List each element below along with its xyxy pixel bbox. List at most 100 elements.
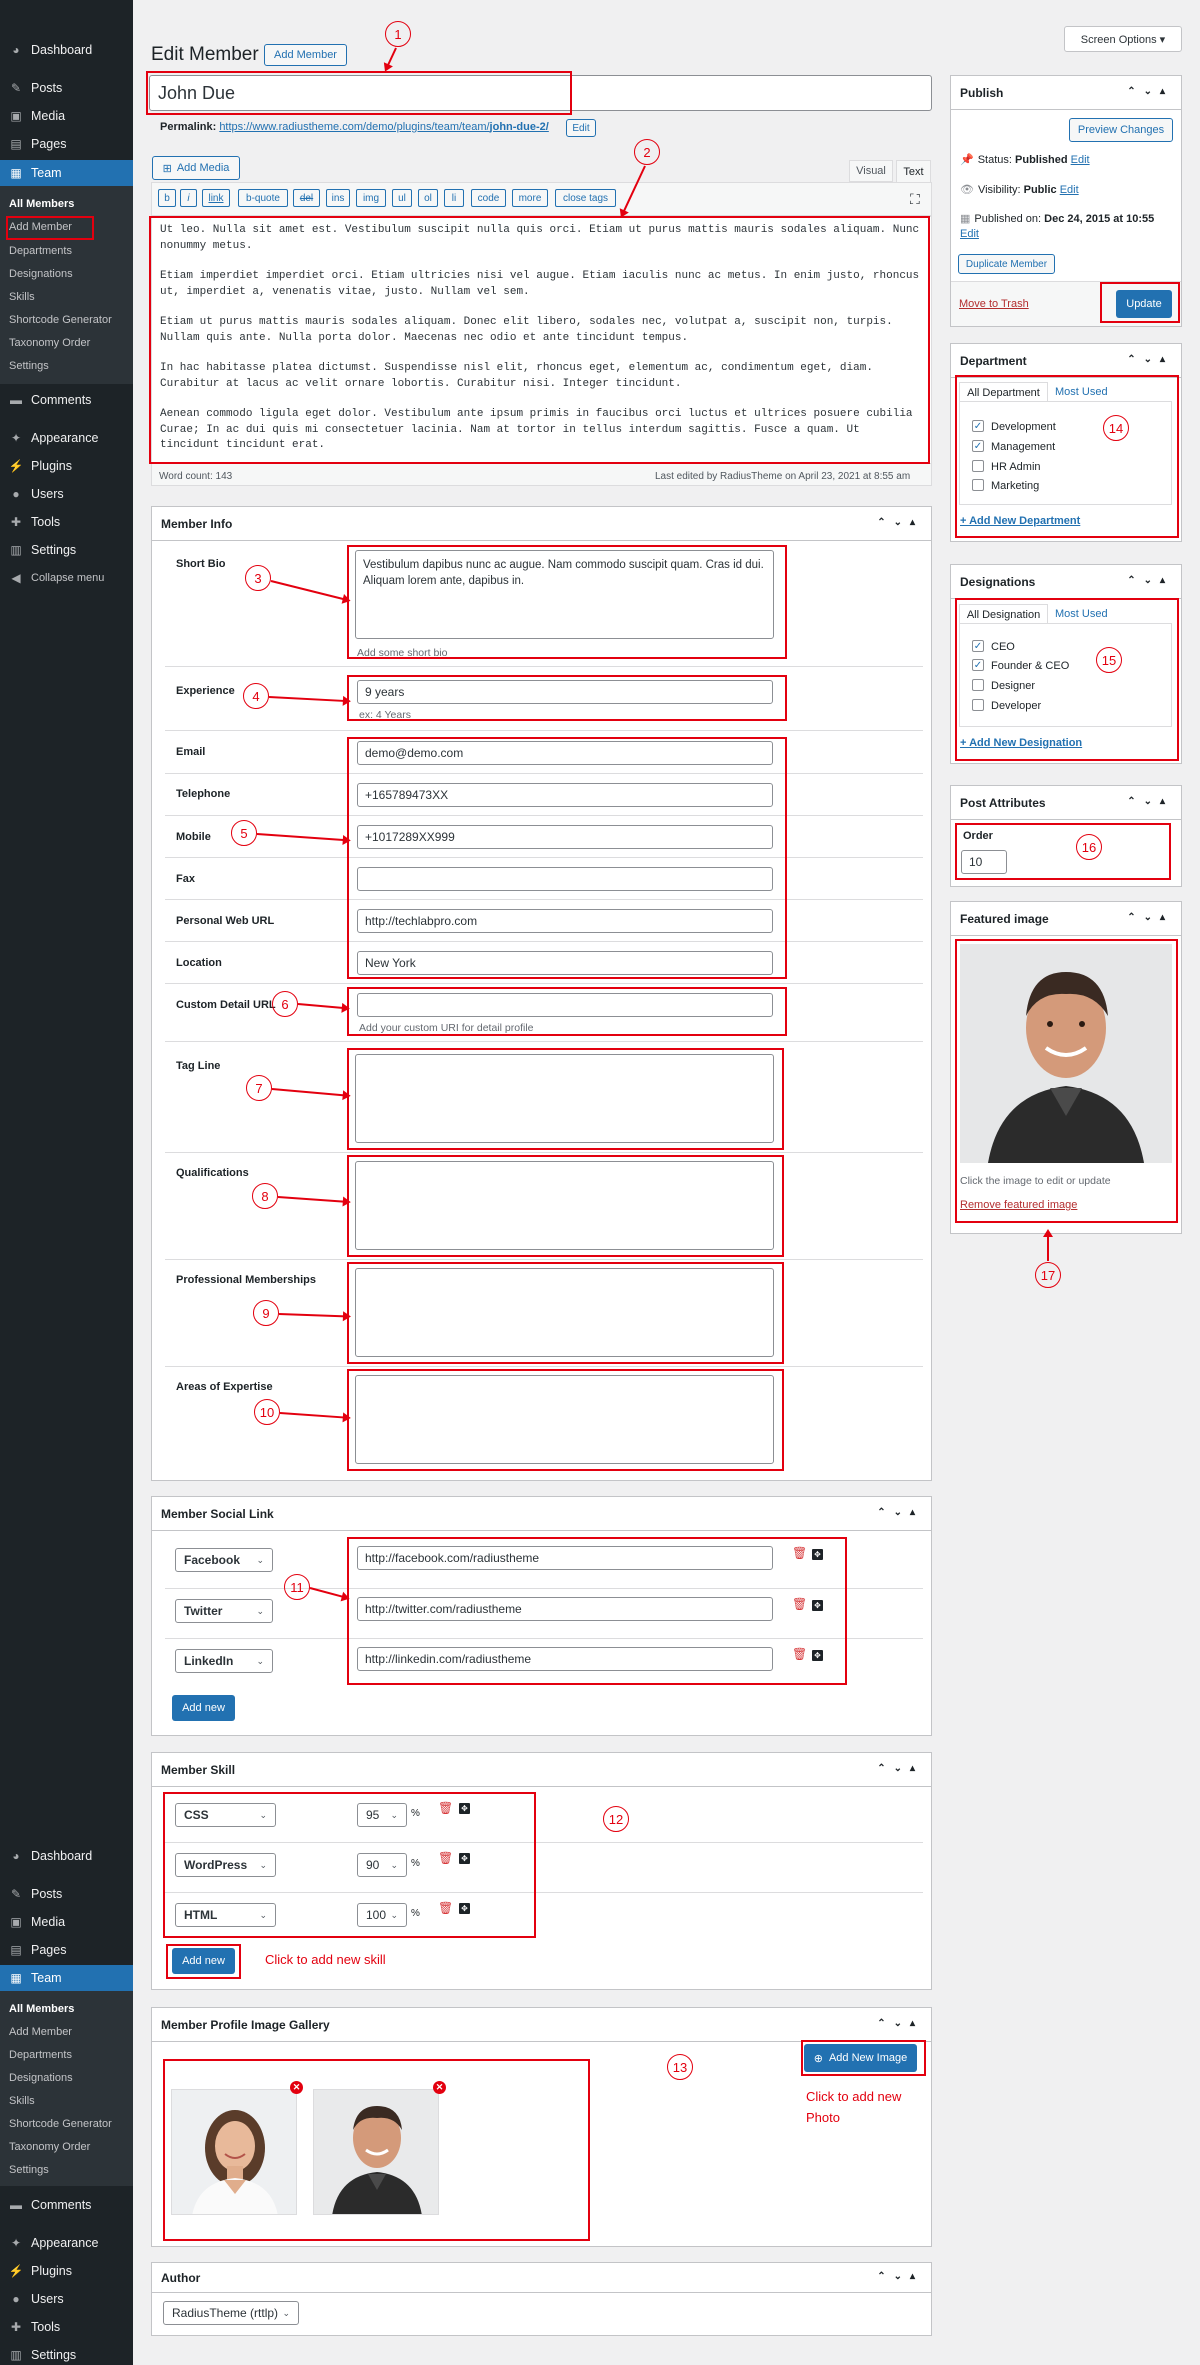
menu-label: Comments bbox=[31, 2198, 92, 2212]
qt-more[interactable]: more bbox=[512, 189, 548, 207]
tab-visual[interactable]: Visual bbox=[849, 160, 893, 182]
submenu-shortcode-generator[interactable]: Shortcode Generator bbox=[9, 314, 112, 326]
menu-appearance-repeat[interactable]: ✦ Appearance bbox=[0, 2230, 133, 2256]
postbox-controls-icon[interactable]: ⌃⌄▴ bbox=[877, 1507, 923, 1518]
qt-ol[interactable]: ol bbox=[418, 189, 438, 207]
submenu-skills[interactable]: Skills bbox=[9, 2095, 35, 2107]
postbox-controls-icon[interactable]: ⌃⌄▴ bbox=[877, 517, 923, 528]
social-network-select[interactable]: Facebook ⌄ bbox=[175, 1548, 273, 1572]
submenu-taxonomy-order[interactable]: Taxonomy Order bbox=[9, 337, 90, 349]
postbox-controls-icon[interactable]: ⌃⌄▴ bbox=[1127, 354, 1173, 365]
published-edit-link[interactable]: Edit bbox=[960, 228, 979, 240]
visibility-edit-link[interactable]: Edit bbox=[1060, 184, 1079, 196]
permalink-url[interactable]: https://www.radiustheme.com/demo/plugins… bbox=[219, 121, 489, 133]
submenu-settings[interactable]: Settings bbox=[9, 360, 49, 372]
menu-users-repeat[interactable]: ● Users bbox=[0, 2286, 133, 2312]
callout-3: 3 bbox=[245, 565, 271, 591]
menu-comments-repeat[interactable]: ▬ Comments bbox=[0, 2192, 133, 2218]
postbox-controls-icon[interactable]: ⌃⌄▴ bbox=[1127, 575, 1173, 586]
postbox-controls-icon[interactable]: ⌃⌄▴ bbox=[1127, 796, 1173, 807]
divider bbox=[165, 1366, 923, 1367]
menu-settings[interactable]: ▥ Settings bbox=[0, 537, 133, 563]
qt-img[interactable]: img bbox=[356, 189, 386, 207]
submenu-shortcode-generator[interactable]: Shortcode Generator bbox=[9, 2118, 112, 2130]
social-network-select[interactable]: LinkedIn ⌄ bbox=[175, 1649, 273, 1673]
postbox-controls-icon[interactable]: ⌃⌄▴ bbox=[1127, 86, 1173, 97]
submenu-all-members[interactable]: All Members bbox=[9, 2003, 74, 2015]
gallery-image-2[interactable] bbox=[313, 2089, 439, 2215]
postbox-controls-icon[interactable]: ⌃⌄▴ bbox=[877, 2018, 923, 2029]
menu-pages-repeat[interactable]: ▤ Pages bbox=[0, 1937, 133, 1963]
remove-image-icon[interactable]: ✕ bbox=[290, 2081, 303, 2094]
divider bbox=[165, 730, 923, 731]
menu-media[interactable]: ▣ Media bbox=[0, 103, 133, 129]
chevron-down-icon: ⌄ bbox=[256, 1605, 264, 1616]
post-attributes-title: Post Attributes bbox=[960, 795, 1046, 810]
menu-dashboard-repeat[interactable]: ◕ Dashboard bbox=[0, 1843, 133, 1869]
menu-users[interactable]: ● Users bbox=[0, 481, 133, 507]
qt-bquote[interactable]: b-quote bbox=[238, 189, 288, 207]
menu-media-repeat[interactable]: ▣ Media bbox=[0, 1909, 133, 1935]
menu-posts[interactable]: ✎ Posts bbox=[0, 75, 133, 101]
permalink-slug[interactable]: john-due-2/ bbox=[490, 121, 549, 133]
qt-close-tags[interactable]: close tags bbox=[555, 189, 616, 207]
submenu-skills[interactable]: Skills bbox=[9, 291, 35, 303]
menu-collapse[interactable]: ◀ Collapse menu bbox=[0, 565, 133, 591]
postbox-controls-icon[interactable]: ⌃⌄▴ bbox=[1127, 912, 1173, 923]
screen-options-button[interactable]: Screen Options ▾ bbox=[1064, 26, 1182, 52]
menu-comments[interactable]: ▬ Comments bbox=[0, 387, 133, 413]
qt-ins[interactable]: ins bbox=[326, 189, 350, 207]
qt-italic[interactable]: i bbox=[180, 189, 197, 207]
submenu-departments[interactable]: Departments bbox=[9, 245, 72, 257]
add-member-button[interactable]: Add Member bbox=[264, 44, 347, 66]
submenu-settings[interactable]: Settings bbox=[9, 2164, 49, 2176]
fullscreen-icon[interactable]: ⛶ bbox=[910, 191, 920, 208]
remove-image-icon[interactable]: ✕ bbox=[433, 2081, 446, 2094]
select-value: RadiusTheme (rttlp) bbox=[172, 2306, 279, 2320]
collapse-icon: ◀ bbox=[11, 571, 21, 585]
qt-link[interactable]: link bbox=[202, 189, 230, 207]
menu-team[interactable]: ▦ Team bbox=[0, 160, 133, 186]
social-header: Member Social Link ⌃⌄▴ bbox=[152, 1497, 931, 1531]
add-media-button[interactable]: ⊞ Add Media bbox=[152, 156, 240, 180]
member-info-header: Member Info ⌃⌄▴ bbox=[152, 507, 931, 541]
social-add-new-button[interactable]: Add new bbox=[172, 1695, 235, 1721]
submenu-departments[interactable]: Departments bbox=[9, 2049, 72, 2061]
author-select[interactable]: RadiusTheme (rttlp) ⌄ bbox=[163, 2301, 299, 2325]
move-to-trash-link[interactable]: Move to Trash bbox=[959, 298, 1029, 310]
postbox-controls-icon[interactable]: ⌃⌄▴ bbox=[877, 2271, 923, 2282]
postbox-controls-icon[interactable]: ⌃⌄▴ bbox=[877, 1763, 923, 1774]
gallery-image-1[interactable] bbox=[171, 2089, 297, 2215]
menu-plugins-repeat[interactable]: ⚡ Plugins bbox=[0, 2258, 133, 2284]
social-network-select[interactable]: Twitter ⌄ bbox=[175, 1599, 273, 1623]
status-edit-link[interactable]: Edit bbox=[1071, 154, 1090, 166]
tools-icon: ✚ bbox=[10, 2320, 22, 2334]
callout-9: 9 bbox=[253, 1300, 279, 1326]
preview-changes-button[interactable]: Preview Changes bbox=[1069, 118, 1173, 142]
submenu-add-member[interactable]: Add Member bbox=[9, 2026, 72, 2038]
submenu-designations[interactable]: Designations bbox=[9, 2072, 73, 2084]
qt-ul[interactable]: ul bbox=[392, 189, 412, 207]
menu-dashboard[interactable]: ◕ Dashboard bbox=[0, 37, 133, 63]
submenu-designations[interactable]: Designations bbox=[9, 268, 73, 280]
callout-6: 6 bbox=[272, 991, 298, 1017]
menu-plugins[interactable]: ⚡ Plugins bbox=[0, 453, 133, 479]
qt-del[interactable]: del bbox=[293, 189, 320, 207]
menu-tools-repeat[interactable]: ✚ Tools bbox=[0, 2314, 133, 2340]
menu-pages[interactable]: ▤ Pages bbox=[0, 131, 133, 157]
permalink-edit-button[interactable]: Edit bbox=[566, 119, 596, 137]
menu-team-repeat[interactable]: ▦ Team bbox=[0, 1965, 133, 1991]
menu-tools[interactable]: ✚ Tools bbox=[0, 509, 133, 535]
submenu-all-members[interactable]: All Members bbox=[9, 198, 74, 210]
duplicate-member-button[interactable]: Duplicate Member bbox=[958, 254, 1055, 274]
last-edited: Last edited by RadiusTheme on April 23, … bbox=[655, 471, 911, 482]
submenu-taxonomy-order[interactable]: Taxonomy Order bbox=[9, 2141, 90, 2153]
qt-li[interactable]: li bbox=[444, 189, 464, 207]
qt-code[interactable]: code bbox=[471, 189, 506, 207]
menu-posts-repeat[interactable]: ✎ Posts bbox=[0, 1881, 133, 1907]
menu-appearance[interactable]: ✦ Appearance bbox=[0, 425, 133, 451]
publish-title: Publish bbox=[960, 85, 1004, 100]
qt-bold[interactable]: b bbox=[158, 189, 176, 207]
menu-settings-repeat[interactable]: ▥ Settings bbox=[0, 2342, 133, 2365]
tab-text[interactable]: Text bbox=[896, 160, 931, 183]
